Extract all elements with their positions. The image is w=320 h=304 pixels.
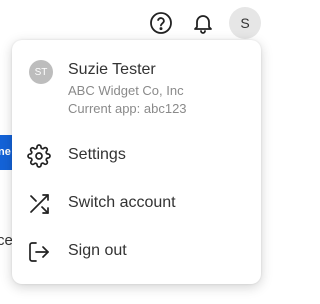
avatar-initial: S [240,15,250,31]
background-text-label: ce [0,232,12,249]
background-button-fragment: ne [0,135,12,170]
switch-account-menu-item[interactable]: Switch account [12,184,261,224]
shuffle-icon [27,192,51,216]
user-info: ST Suzie Tester ABC Widget Co, Inc Curre… [12,40,261,128]
sign-out-icon [27,240,51,264]
current-app: Current app: abc123 [68,101,187,116]
account-menu: ST Suzie Tester ABC Widget Co, Inc Curre… [12,40,261,284]
settings-menu-item[interactable]: Settings [12,136,261,176]
sign-out-label: Sign out [68,242,127,259]
gear-icon [27,144,51,168]
settings-label: Settings [68,146,126,163]
account-avatar-button[interactable]: S [229,7,261,39]
user-initials: ST [34,66,48,78]
avatar: ST [29,60,53,84]
switch-account-label: Switch account [68,194,176,211]
background-button-label: ne [0,146,11,158]
bell-icon[interactable] [191,11,215,35]
top-bar: S [0,0,269,44]
background-text-fragment: ce [0,232,12,252]
sign-out-menu-item[interactable]: Sign out [12,232,261,272]
user-name: Suzie Tester [68,61,156,78]
user-organization: ABC Widget Co, Inc [68,83,184,98]
help-circle-icon[interactable] [149,11,173,35]
